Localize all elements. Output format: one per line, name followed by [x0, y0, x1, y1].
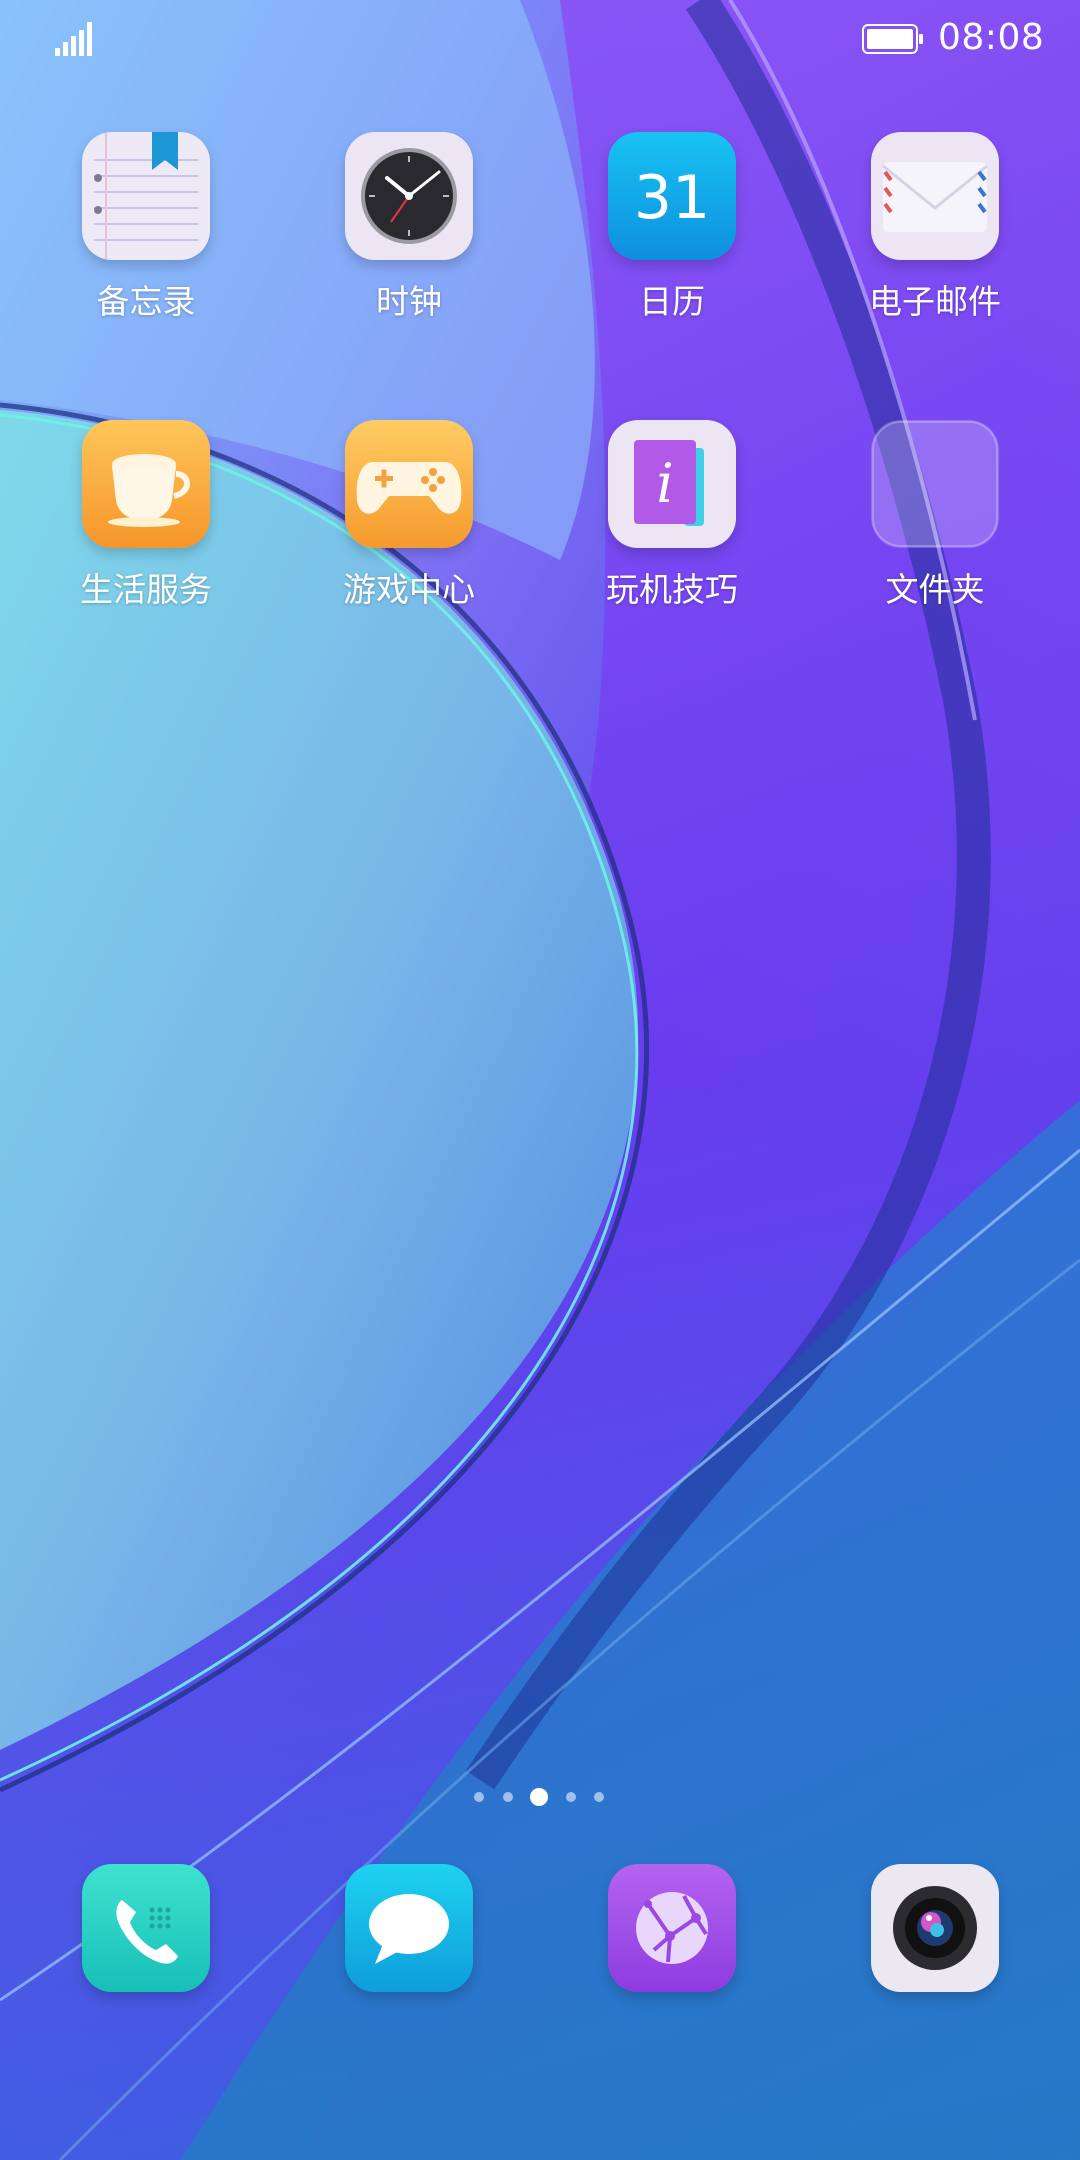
app-label: 游戏中心 — [343, 570, 475, 609]
app-label: 文件夹 — [885, 570, 985, 609]
app-email[interactable]: 电子邮件 — [845, 132, 1025, 372]
email-icon — [871, 132, 999, 260]
gamepad-icon — [345, 420, 473, 548]
app-folder[interactable]: 文件夹 — [845, 420, 1025, 660]
dock-camera[interactable] — [871, 1864, 999, 1992]
clock-icon — [345, 132, 473, 260]
app-tips[interactable]: i 玩机技巧 — [582, 420, 762, 660]
signal-strength-icon — [55, 22, 92, 56]
dock-messages[interactable] — [345, 1864, 473, 1992]
page-dot[interactable] — [566, 1792, 576, 1802]
phone-icon — [82, 1864, 210, 1992]
page-dot-active[interactable] — [530, 1788, 548, 1806]
coffee-cup-icon — [82, 420, 210, 548]
app-life-services[interactable]: 生活服务 — [56, 420, 236, 660]
browser-globe-icon — [608, 1864, 736, 1992]
message-icon — [345, 1864, 473, 1992]
calendar-date-text: 31 — [634, 163, 710, 233]
status-time: 08:08 — [938, 17, 1045, 58]
app-label: 备忘录 — [96, 282, 196, 321]
dock-browser[interactable] — [608, 1864, 736, 1992]
folder-icon — [871, 420, 999, 548]
camera-icon — [871, 1864, 999, 1992]
app-label: 时钟 — [376, 282, 442, 321]
status-bar: 08:08 — [0, 0, 1080, 80]
app-label: 玩机技巧 — [606, 570, 738, 609]
dock-phone[interactable] — [82, 1864, 210, 1992]
battery-icon — [862, 24, 923, 54]
page-dot[interactable] — [594, 1792, 604, 1802]
calendar-icon: 31 — [608, 132, 736, 260]
app-label: 生活服务 — [80, 570, 212, 609]
app-label: 日历 — [639, 282, 705, 321]
info-letter: i — [656, 452, 673, 515]
app-label: 电子邮件 — [869, 282, 1001, 321]
info-book-icon: i — [608, 420, 736, 548]
page-indicator — [0, 1786, 1080, 1810]
page-dot[interactable] — [503, 1792, 513, 1802]
app-notes[interactable]: 备忘录 — [56, 132, 236, 372]
app-calendar[interactable]: 31 日历 — [582, 132, 762, 372]
notes-icon — [82, 132, 210, 260]
page-dot[interactable] — [474, 1792, 484, 1802]
app-clock[interactable]: 时钟 — [319, 132, 499, 372]
app-game-center[interactable]: 游戏中心 — [319, 420, 499, 660]
